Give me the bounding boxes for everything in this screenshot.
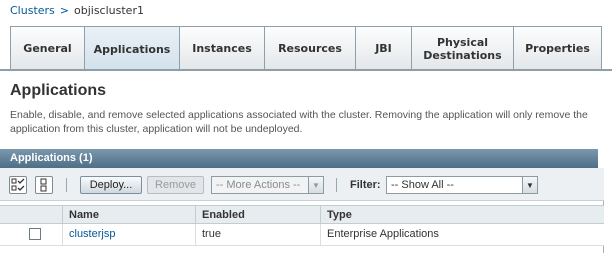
- tab-general[interactable]: General: [10, 26, 85, 70]
- tab-instances[interactable]: Instances: [179, 26, 265, 70]
- tab-physical-destinations[interactable]: Physical Destinations: [411, 26, 514, 70]
- page-title: Applications: [10, 82, 107, 99]
- deploy-button[interactable]: Deploy...: [80, 176, 142, 194]
- row-checkbox[interactable]: [29, 228, 41, 240]
- filter-select[interactable]: -- Show All -- ▼: [386, 176, 538, 194]
- table-action-bar: Deploy... Remove -- More Actions -- ▼ Fi…: [0, 168, 604, 201]
- table-header-row: Name Enabled Type: [0, 205, 604, 224]
- cell-name: clusterjsp: [62, 224, 195, 245]
- column-header-name[interactable]: Name: [62, 206, 195, 224]
- column-header-enabled[interactable]: Enabled: [195, 206, 320, 224]
- page-help-text: Enable, disable, and remove selected app…: [10, 109, 588, 135]
- tab-jbi[interactable]: JBI: [355, 26, 412, 70]
- table-title: Applications (1): [0, 149, 598, 168]
- breadcrumb-clusters-link[interactable]: Clusters: [10, 4, 55, 17]
- tab-label: JBI: [375, 42, 392, 55]
- tab-resources[interactable]: Resources: [264, 26, 356, 70]
- tab-applications[interactable]: Applications: [84, 26, 180, 71]
- tab-label: General: [23, 42, 72, 55]
- tab-label: Physical Destinations: [423, 35, 502, 62]
- tab-label: Properties: [525, 42, 590, 55]
- cell-type: Enterprise Applications: [320, 224, 604, 245]
- tab-label: Instances: [192, 42, 252, 55]
- tab-label: Resources: [278, 42, 342, 55]
- application-link[interactable]: clusterjsp: [69, 228, 115, 240]
- chevron-down-icon: ▼: [308, 177, 323, 193]
- more-actions-select[interactable]: -- More Actions -- ▼: [211, 176, 324, 194]
- table-row: clusterjsp true Enterprise Applications: [0, 224, 604, 246]
- tab-label: Applications: [93, 42, 171, 56]
- remove-button[interactable]: Remove: [147, 176, 204, 194]
- tab-bar: General Applications Instances Resources…: [0, 22, 612, 71]
- select-all-icon[interactable]: [9, 176, 27, 194]
- chevron-down-icon: ▼: [522, 177, 537, 193]
- breadcrumb: Clusters > objiscluster1: [10, 4, 144, 17]
- filter-label: Filter:: [350, 179, 381, 191]
- applications-table: Applications (1) Deploy... Remove -- Mor…: [0, 149, 604, 253]
- deselect-all-icon[interactable]: [35, 176, 53, 194]
- action-separator: [336, 178, 337, 192]
- more-actions-value: -- More Actions --: [216, 179, 301, 191]
- cell-enabled: true: [195, 224, 320, 245]
- tab-baseline: [0, 69, 612, 71]
- column-header-type[interactable]: Type: [320, 206, 604, 224]
- breadcrumb-current: objiscluster1: [74, 4, 144, 17]
- action-separator: [66, 178, 67, 192]
- row-select-cell: [0, 224, 62, 245]
- select-column-header: [0, 206, 62, 224]
- table-title-corner: [598, 149, 604, 168]
- breadcrumb-separator: >: [59, 4, 69, 17]
- filter-value: -- Show All --: [391, 179, 454, 191]
- tab-properties[interactable]: Properties: [513, 26, 602, 70]
